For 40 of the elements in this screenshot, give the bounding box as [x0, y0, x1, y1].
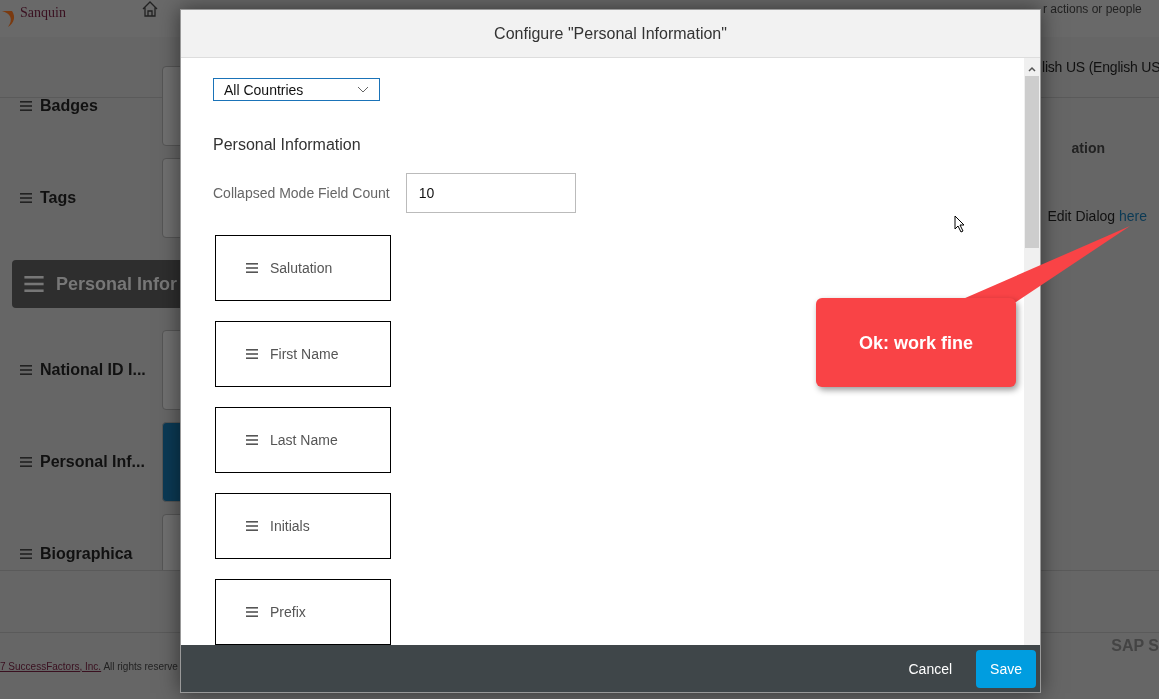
- scroll-thumb[interactable]: [1025, 76, 1039, 248]
- home-icon[interactable]: [141, 0, 158, 17]
- logo-icon: [2, 10, 16, 27]
- edit-dialog-text: Edit Dialog here: [1047, 207, 1147, 226]
- callout-text: Ok: work fine: [859, 331, 973, 355]
- pointer-cursor-icon: [954, 215, 966, 233]
- menu-icon: [20, 365, 32, 375]
- search-field[interactable]: r actions or people: [1041, 0, 1159, 24]
- dialog-title: Configure "Personal Information": [494, 23, 727, 44]
- copyright-link[interactable]: 7 SuccessFactors, Inc.: [0, 660, 102, 672]
- field-item[interactable]: Salutation: [215, 235, 391, 301]
- drag-handle-icon: [246, 607, 258, 617]
- menu-icon: [20, 193, 32, 203]
- drag-handle-icon: [246, 263, 258, 273]
- save-button[interactable]: Save: [976, 649, 1036, 688]
- cancel-button[interactable]: Cancel: [900, 649, 961, 688]
- menu-icon: [20, 549, 32, 559]
- menu-icon: [20, 457, 32, 467]
- drag-handle-icon: [246, 435, 258, 445]
- scroll-up-icon[interactable]: [1028, 66, 1036, 72]
- field-count-label: Collapsed Mode Field Count: [213, 184, 390, 203]
- panel-heading: ation: [1071, 139, 1105, 158]
- field-item[interactable]: Initials: [215, 493, 391, 559]
- sidebar-item-label: Personal Infor: [56, 273, 178, 296]
- here-link[interactable]: here: [1118, 208, 1147, 224]
- field-item[interactable]: Prefix: [215, 579, 391, 645]
- field-item[interactable]: First Name: [215, 321, 391, 387]
- footer-text: 7 SuccessFactors, Inc. All rights reserve: [0, 659, 178, 674]
- menu-icon: [20, 101, 32, 111]
- field-count-input[interactable]: 10: [405, 173, 576, 213]
- country-select[interactable]: All Countries: [213, 78, 380, 101]
- section-title: Personal Information: [213, 135, 361, 155]
- language-selector[interactable]: lish US (English US: [1042, 56, 1159, 78]
- scrollbar[interactable]: [1024, 58, 1040, 645]
- logo-text: Sanquin: [20, 3, 66, 22]
- drag-handle-icon: [246, 521, 258, 531]
- chevron-down-icon: [357, 85, 369, 94]
- drag-handle-icon: [246, 349, 258, 359]
- menu-icon: [24, 276, 44, 292]
- field-item[interactable]: Last Name: [215, 407, 391, 473]
